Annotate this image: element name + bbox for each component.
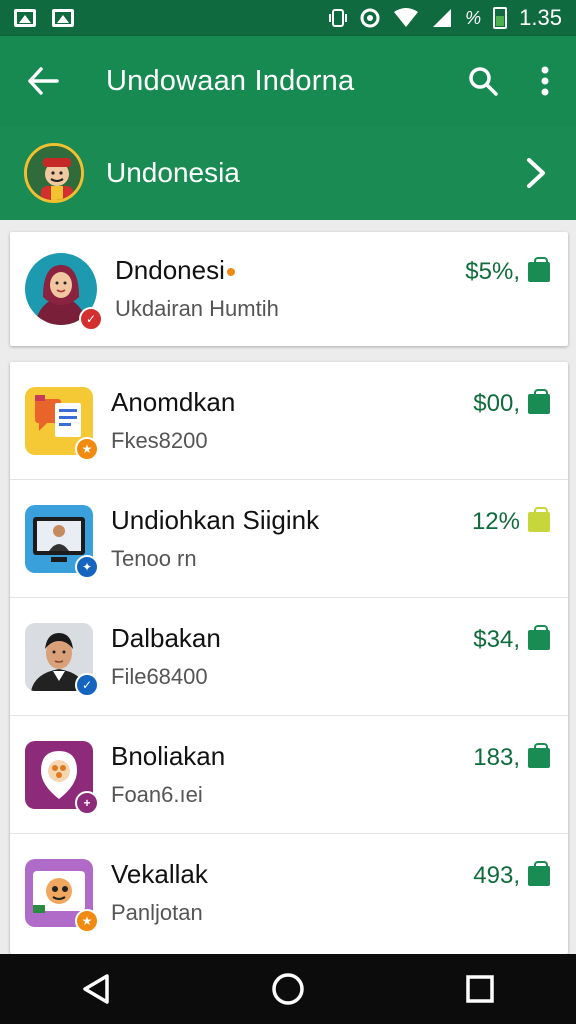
item-list: ★ Anomdkan Fkes8200 $00, ✦ Undiohkan Sii… [10, 362, 568, 954]
item-price: 183, [473, 742, 550, 772]
list-item[interactable]: + Bnoliakan Foan6.ıei 183, [10, 716, 568, 834]
gallery-icon [52, 9, 74, 27]
shopping-bag-icon [528, 257, 550, 282]
list-item[interactable]: ★ Vekallak Panljotan 493, [10, 834, 568, 952]
square-recents-icon [466, 975, 494, 1003]
shopping-bag-icon [528, 388, 550, 414]
price-label: $00, [473, 389, 520, 417]
item-subtitle: File68400 [111, 663, 208, 689]
battery-percent: % [465, 7, 482, 28]
price-label: 12% [471, 507, 520, 535]
signal-icon [433, 9, 452, 27]
chevron-right-icon [527, 158, 545, 188]
banner-chevron [496, 157, 576, 189]
app-bar: Undowaan Indorna [0, 36, 576, 126]
triangle-back-icon [83, 974, 109, 1004]
shopping-bag-icon [528, 506, 550, 532]
item-title: Bnoliakan [111, 740, 226, 771]
item-title: Vekallak [111, 859, 208, 889]
badge-icon: + [75, 790, 99, 815]
circle-home-icon [272, 973, 304, 1005]
item-subtitle: Fkes8200 [111, 427, 208, 453]
back-button[interactable] [0, 36, 86, 126]
item-subtitle: Tenoo rn [111, 545, 197, 571]
image-icon [14, 9, 36, 27]
nav-home-button[interactable] [248, 954, 328, 1024]
nav-back-button[interactable] [56, 954, 136, 1024]
item-subtitle: Foan6.ıei [111, 781, 203, 807]
status-dot [226, 268, 235, 277]
banner-label: Undonesia [106, 157, 240, 188]
price-label: $5%, [465, 258, 520, 285]
list-item[interactable]: ✦ Undiohkan Siigink Tenoo rn 12% [10, 480, 568, 598]
character-avatar [24, 143, 84, 203]
battery-icon [493, 7, 508, 29]
shopping-bag-icon [528, 861, 550, 886]
search-icon [469, 67, 498, 96]
item-price: 12% [471, 506, 550, 536]
item-price: 493, [473, 861, 550, 890]
search-button[interactable] [452, 36, 514, 126]
item-thumbnail: ★ [25, 386, 99, 461]
clock: 1.35 [519, 5, 562, 30]
badge-icon: ✓ [79, 307, 103, 331]
status-bar: % 1.35 [0, 0, 576, 36]
badge-icon: ✓ [75, 672, 99, 697]
shopping-bag-icon [528, 742, 550, 768]
list-item[interactable]: ★ Anomdkan Fkes8200 $00, [10, 362, 568, 480]
arrow-left-icon [28, 67, 59, 95]
item-thumbnail: + [25, 740, 99, 815]
alarm-icon [360, 8, 380, 28]
item-title: Dndonesi [115, 255, 225, 285]
item-price: $34, [473, 624, 550, 654]
list-item[interactable]: ✓ Dndonesi Ukdairan Humtih $5%, [10, 232, 568, 346]
item-price: $00, [473, 388, 550, 418]
item-thumbnail: ✓ [25, 622, 99, 697]
item-title: Undiohkan Siigink [111, 504, 320, 535]
item-thumbnail: ✓ [25, 253, 103, 331]
item-subtitle: Ukdairan Humtih [115, 296, 279, 321]
featured-card: ✓ Dndonesi Ukdairan Humtih $5%, [10, 232, 568, 346]
category-banner[interactable]: Undonesia [0, 126, 576, 220]
item-price: $5%, [465, 257, 550, 286]
item-title: Dalbakan [111, 622, 221, 653]
badge-icon: ★ [75, 436, 99, 461]
wifi-icon [394, 8, 419, 27]
price-label: $34, [473, 625, 520, 653]
item-thumbnail: ✦ [25, 504, 99, 579]
vibrate-icon [329, 9, 348, 27]
page-title: Undowaan Indorna [106, 64, 355, 97]
item-title: Anomdkan [111, 386, 236, 417]
more-vert-icon [541, 66, 549, 96]
badge-icon: ★ [75, 909, 99, 933]
system-nav-bar [0, 954, 576, 1024]
item-subtitle: Panljotan [111, 900, 203, 925]
price-label: 183, [473, 743, 520, 771]
price-label: 493, [473, 862, 520, 889]
nav-recents-button[interactable] [440, 954, 520, 1024]
list-item[interactable]: ✓ Dalbakan File68400 $34, [10, 598, 568, 716]
badge-icon: ✦ [75, 554, 99, 579]
item-thumbnail: ★ [25, 859, 99, 933]
more-options-button[interactable] [514, 36, 576, 126]
shopping-bag-icon [528, 624, 550, 650]
